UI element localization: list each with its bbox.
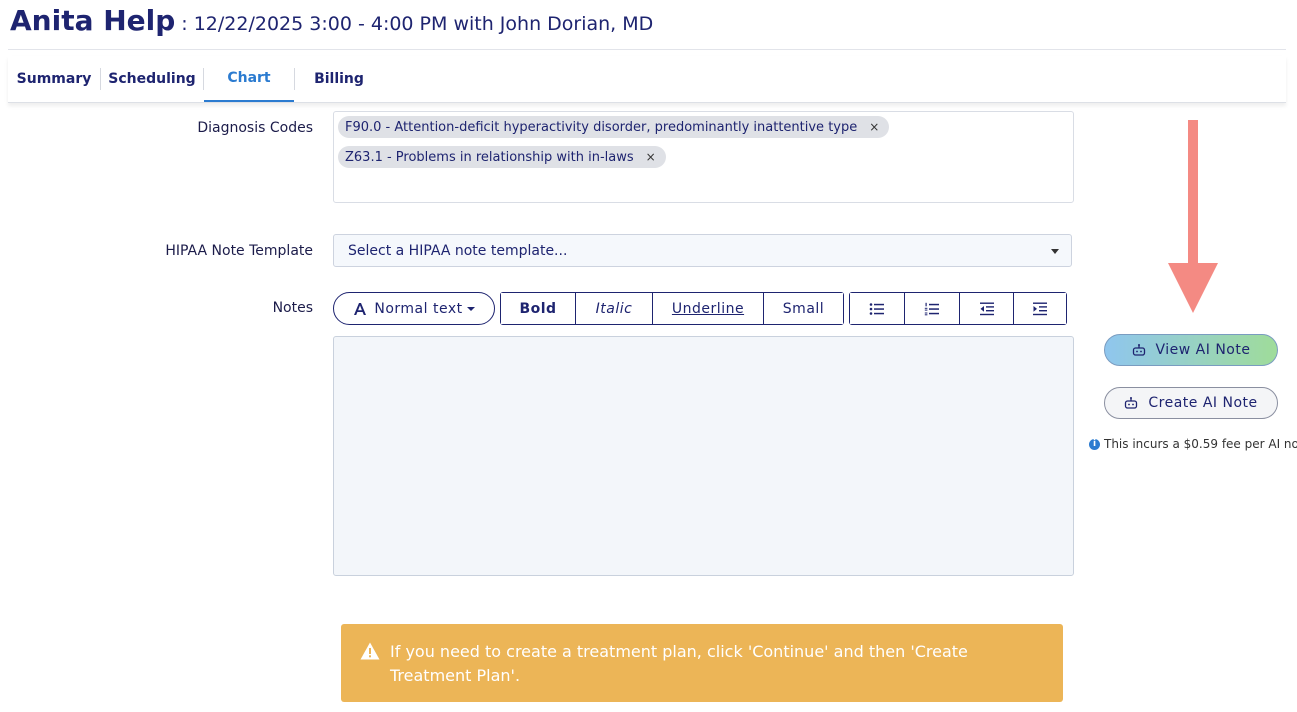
tab-bar: Summary Scheduling Chart Billing [8,56,1286,103]
numbered-list-icon [924,302,939,315]
diagnosis-chip: F90.0 - Attention-deficit hyperactivity … [338,116,890,138]
indent-icon [1033,302,1047,315]
font-icon [354,302,367,315]
pointer-arrow-shaft [1188,120,1198,270]
remove-chip-icon[interactable]: × [646,150,656,164]
create-ai-note-label: Create AI Note [1148,395,1258,411]
bold-button[interactable]: Bold [501,293,575,324]
ai-fee-text: This incurs a $0.59 fee per AI note. [1104,437,1297,451]
underline-button[interactable]: Underline [653,293,763,324]
text-style-dropdown[interactable]: Normal text [333,292,495,325]
robot-icon [1125,397,1138,409]
treatment-plan-warning: If you need to create a treatment plan, … [341,624,1063,702]
warning-icon [360,642,380,660]
hipaa-template-placeholder: Select a HIPAA note template... [348,242,568,259]
diagnosis-chip-label: F90.0 - Attention-deficit hyperactivity … [345,119,858,135]
patient-name: Anita Help [10,4,176,37]
notes-label: Notes [272,300,313,316]
hipaa-template-label: HIPAA Note Template [165,243,313,259]
tab-summary[interactable]: Summary [8,56,100,102]
small-button[interactable]: Small [764,293,843,324]
diagnosis-codes-field[interactable]: F90.0 - Attention-deficit hyperactivity … [333,111,1074,203]
ai-fee-note: i This incurs a $0.59 fee per AI note. [1089,437,1297,451]
diagnosis-chip-label: Z63.1 - Problems in relationship with in… [345,149,634,165]
header-divider [8,49,1286,50]
outdent-icon [979,302,994,315]
chevron-down-icon [1051,249,1059,254]
text-style-label: Normal text [374,300,463,317]
numbered-list-button[interactable] [905,293,959,324]
diagnosis-chip: Z63.1 - Problems in relationship with in… [338,146,666,168]
hipaa-template-select[interactable]: Select a HIPAA note template... [333,234,1072,267]
outdent-button[interactable] [960,293,1013,324]
diagnosis-codes-label: Diagnosis Codes [197,120,313,136]
appointment-details: 12/22/2025 3:00 - 4:00 PM with John Dori… [193,13,654,35]
remove-chip-icon[interactable]: × [869,120,879,134]
notes-editor[interactable] [333,336,1074,576]
tab-billing[interactable]: Billing [295,56,383,102]
create-ai-note-button[interactable]: Create AI Note [1104,387,1278,419]
bullet-list-button[interactable] [850,293,904,324]
tab-scheduling[interactable]: Scheduling [101,56,203,102]
tab-chart[interactable]: Chart [204,56,294,102]
bullet-list-icon [869,302,884,315]
info-icon: i [1089,438,1100,450]
italic-button[interactable]: Italic [576,293,652,324]
robot-icon [1132,344,1145,356]
indent-button[interactable] [1014,293,1066,324]
view-ai-note-label: View AI Note [1155,342,1251,358]
page-header: Anita Help : 12/22/2025 3:00 - 4:00 PM w… [10,4,653,44]
header-separator: : [181,13,188,35]
pointer-arrow-icon [1168,263,1218,313]
caret-down-icon [466,306,475,311]
view-ai-note-button[interactable]: View AI Note [1104,334,1278,366]
warning-text: If you need to create a treatment plan, … [390,642,968,685]
